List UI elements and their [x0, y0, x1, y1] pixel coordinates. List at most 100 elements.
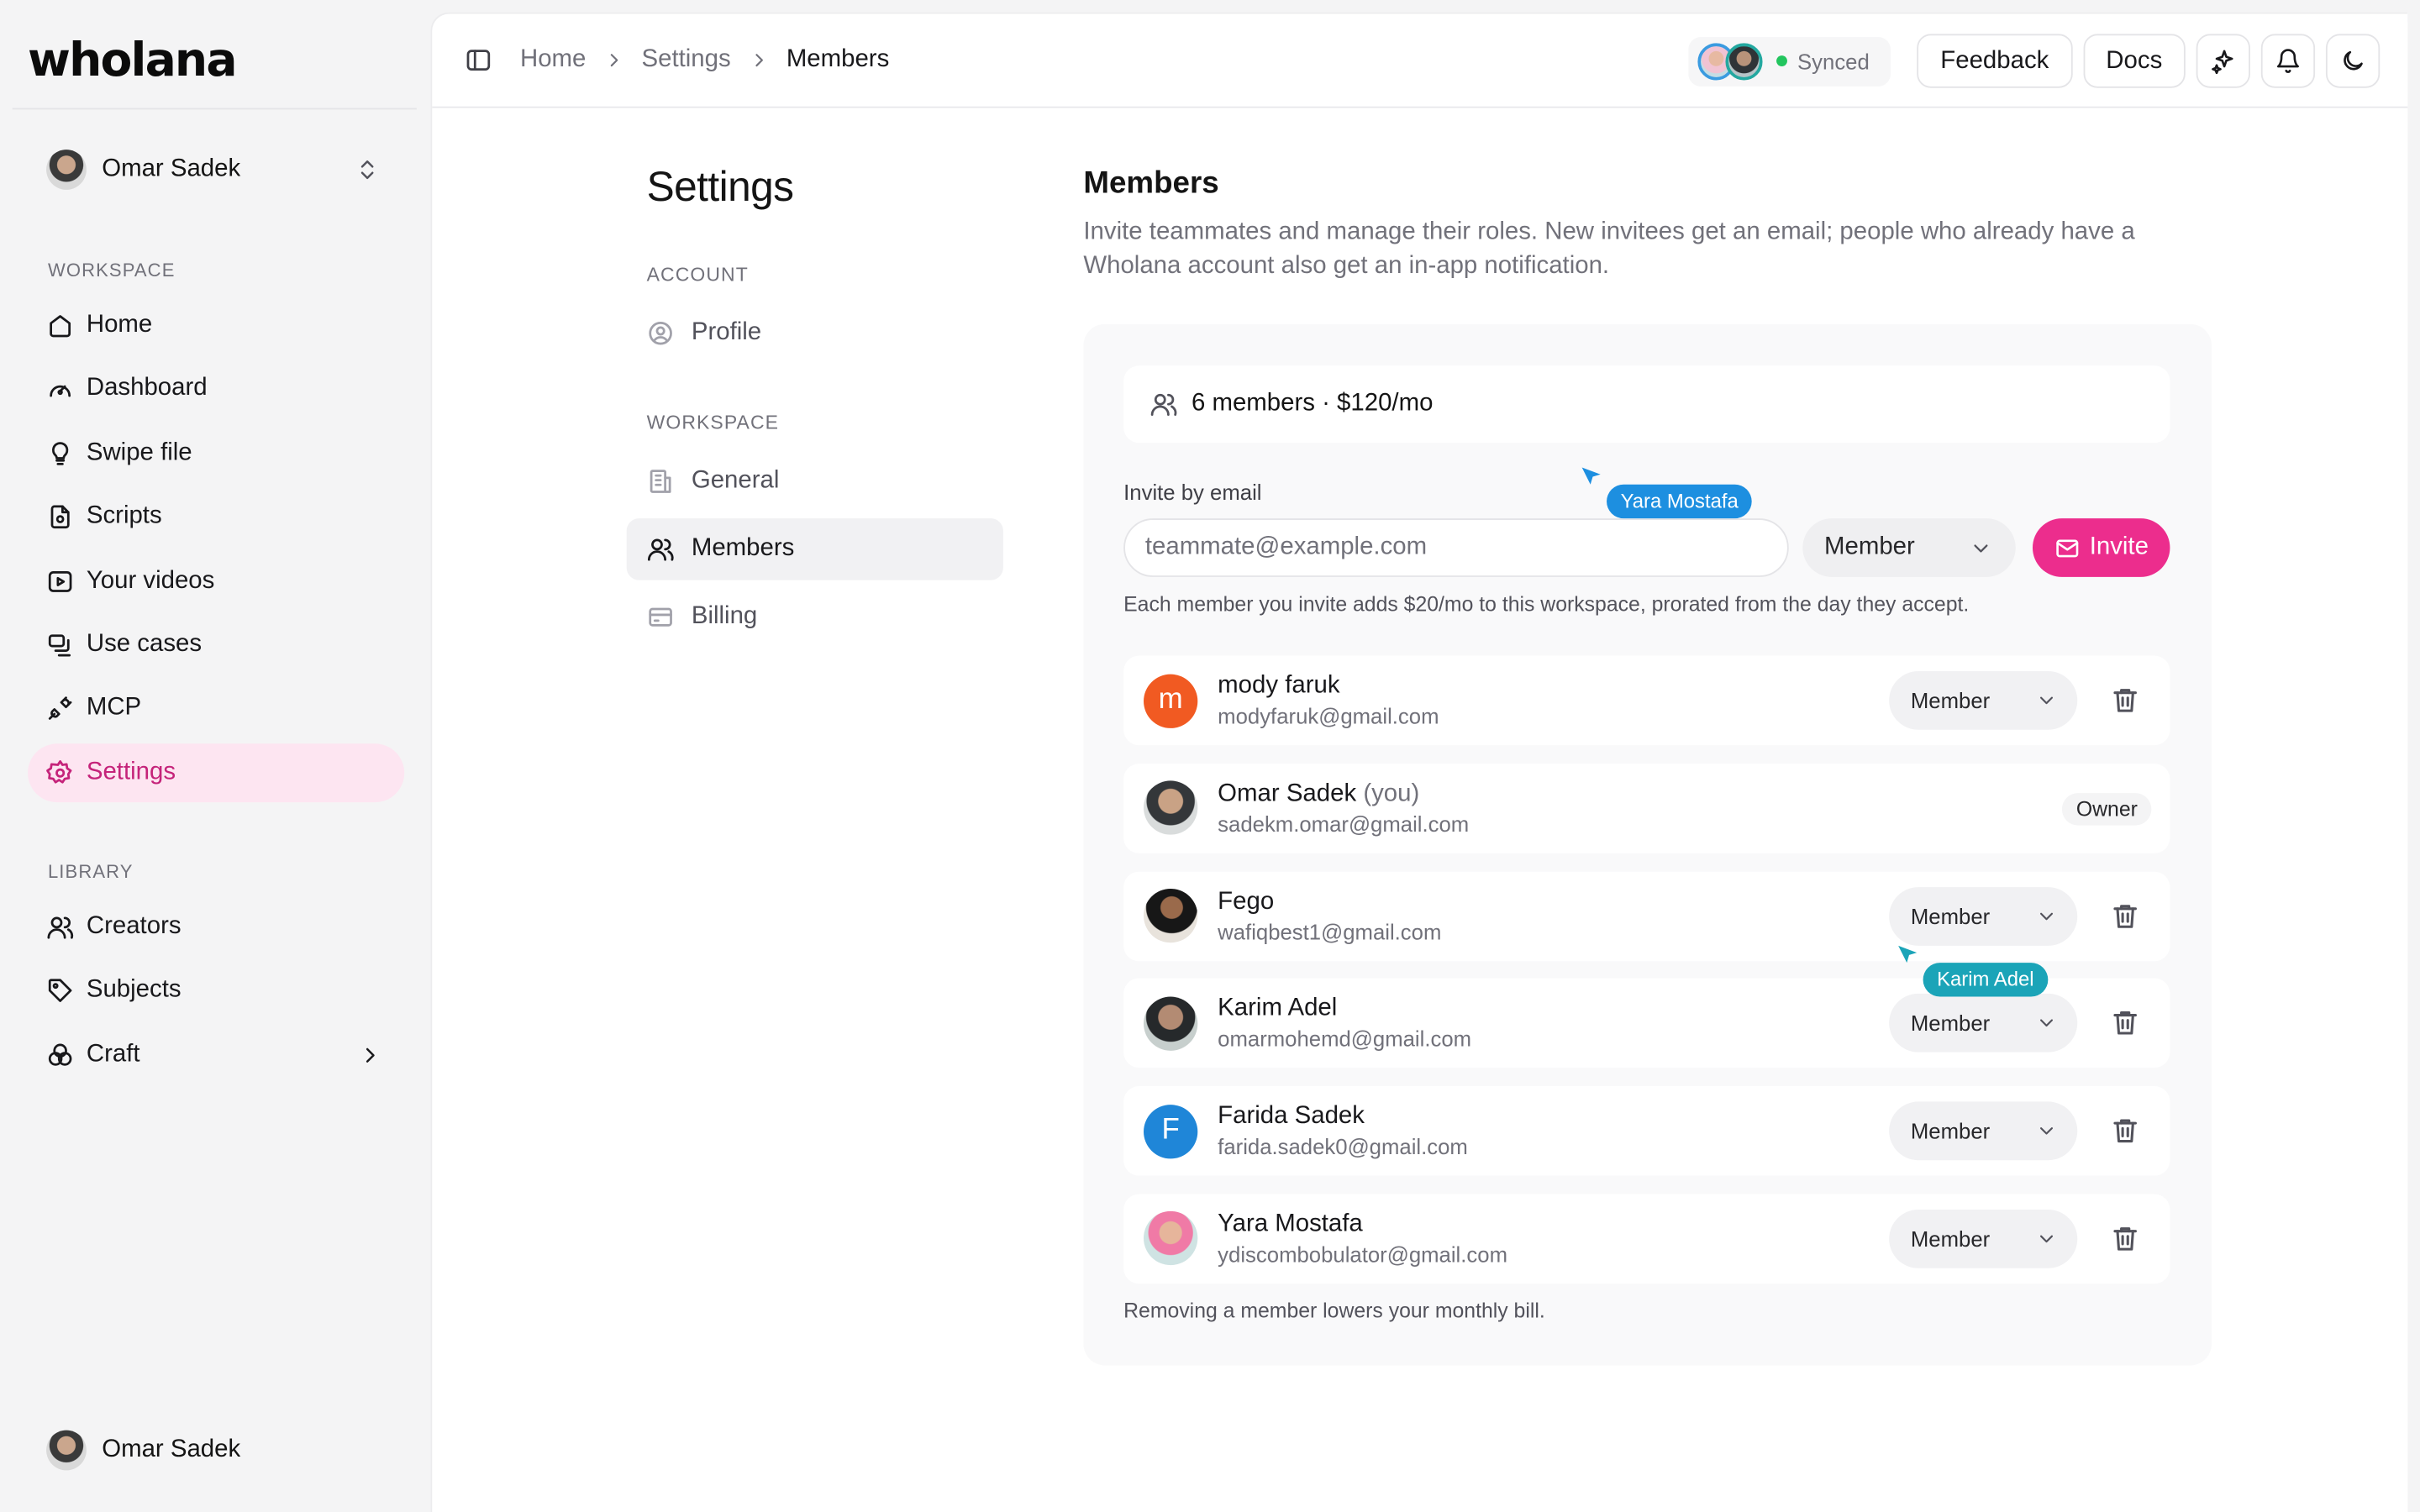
member-role-select[interactable]: Member — [1889, 670, 2078, 730]
notifications-button[interactable] — [2260, 34, 2316, 88]
sidebar-item-use-cases[interactable]: Use cases — [28, 616, 404, 675]
sidebar-item-label: Creators — [86, 913, 182, 940]
trash-icon[interactable] — [2110, 1116, 2141, 1147]
trash-icon[interactable] — [2110, 1008, 2141, 1039]
sidebar-item-label: Use cases — [86, 631, 203, 658]
chevron-right-icon — [366, 1047, 375, 1063]
users-icon — [47, 916, 74, 939]
trash-icon[interactable] — [2110, 900, 2141, 932]
invite-role-value: Member — [1824, 533, 1915, 560]
sidebar-item-label: Settings — [86, 759, 176, 785]
settings-section-workspace: WORKSPACE — [646, 412, 780, 434]
sync-status-dot — [1776, 55, 1787, 66]
theme-toggle-button[interactable] — [2325, 34, 2381, 88]
cursor-arrow-icon — [1581, 467, 1601, 485]
members-description: Invite teammates and manage their roles.… — [1083, 218, 2135, 279]
feedback-button[interactable]: Feedback — [1917, 34, 2072, 88]
sidebar-item-dashboard[interactable]: Dashboard — [28, 360, 404, 419]
settings-section-account: ACCOUNT — [646, 264, 749, 286]
avatar — [1144, 889, 1198, 943]
settings-workspace-nav: General Members Billing — [626, 450, 1003, 648]
chevron-up-down-icon — [360, 160, 374, 180]
script-icon — [50, 505, 70, 529]
page-title: Settings — [646, 163, 794, 210]
members-summary-text: 6 members · $120/mo — [1191, 390, 1434, 417]
member-email: omarmohemd@gmail.com — [1218, 1026, 1472, 1052]
member-info: mody faruk modyfaruk@gmail.com — [1218, 671, 1439, 730]
invite-button[interactable]: Invite — [2032, 518, 2170, 577]
sidebar-item-settings[interactable]: Settings — [28, 743, 405, 802]
member-info: Omar Sadek (you) sadekm.omar@gmail.com — [1218, 779, 1469, 837]
trash-icon[interactable] — [2110, 1223, 2141, 1254]
chevron-down-icon — [2040, 1127, 2054, 1135]
member-name: mody faruk — [1218, 672, 1340, 700]
sidebar-item-home[interactable]: Home — [28, 297, 404, 355]
settings-account-nav: Profile — [627, 302, 1003, 364]
invite-role-select[interactable]: Member — [1802, 518, 2016, 577]
member-name-line: Omar Sadek (you) — [1218, 779, 1469, 810]
member-role-select[interactable]: Member — [1889, 1209, 2078, 1268]
top-bar-actions: Synced Feedback Docs — [1687, 34, 2381, 88]
sidebar-item-creators[interactable]: Creators — [28, 898, 404, 957]
invite-label: Invite by email — [1123, 480, 1262, 505]
settings-item-profile[interactable]: Profile — [627, 302, 1003, 364]
member-email: sadekm.omar@gmail.com — [1218, 811, 1470, 837]
member-row: m mody faruk modyfaruk@gmail.com Member — [1123, 655, 2170, 746]
invite-email-input[interactable] — [1123, 518, 1789, 577]
member-role-select[interactable]: Member — [1889, 994, 2078, 1053]
sidebar-item-subjects[interactable]: Subjects — [28, 962, 404, 1021]
settings-item-general[interactable]: General — [627, 450, 1003, 512]
members-card: 6 members · $120/mo Invite by email Memb… — [1083, 323, 2212, 1366]
sidebar-item-craft[interactable]: Craft — [28, 1026, 404, 1084]
craft-icon — [48, 1043, 72, 1066]
gauge-icon — [50, 386, 71, 398]
member-email: farida.sadek0@gmail.com — [1218, 1134, 1468, 1159]
members-summary: 6 members · $120/mo — [1123, 365, 2170, 444]
member-name: Karim Adel — [1218, 995, 1338, 1022]
ai-sparkle-button[interactable] — [2196, 34, 2250, 88]
sidebar-item-label: Your videos — [86, 567, 215, 594]
sidebar-item-scripts[interactable]: Scripts — [28, 488, 404, 547]
sidebar-toggle-icon[interactable] — [465, 46, 492, 74]
chevron-right-icon — [610, 54, 618, 67]
avatar — [46, 150, 87, 190]
chevron-down-icon — [2040, 1235, 2054, 1243]
breadcrumb: Home Settings Members — [520, 46, 889, 74]
lightbulb-icon — [51, 441, 69, 465]
chevron-down-icon — [2040, 1020, 2054, 1027]
member-row: Fego wafiqbest1@gmail.com Member — [1123, 871, 2170, 961]
member-role-select[interactable]: Member — [1889, 886, 2078, 946]
sidebar-item-label: Dashboard — [86, 375, 208, 402]
sparkle-icon — [2212, 50, 2233, 75]
wholana-logo[interactable]: wholana — [28, 34, 237, 87]
settings-item-members[interactable]: Members — [626, 518, 1003, 580]
member-name: Farida Sadek — [1218, 1103, 1365, 1130]
member-info: Karim Adel omarmohemd@gmail.com — [1218, 995, 1471, 1053]
docs-button[interactable]: Docs — [2082, 34, 2186, 88]
presence-indicator: Synced — [1687, 36, 1891, 86]
settings-item-billing[interactable]: Billing — [627, 586, 1003, 648]
breadcrumb-home[interactable]: Home — [520, 46, 586, 74]
trash-icon[interactable] — [2110, 685, 2141, 717]
avatar — [1144, 1211, 1198, 1267]
member-email: modyfaruk@gmail.com — [1218, 703, 1439, 728]
invite-pricing-note: Each member you invite adds $20/mo to th… — [1123, 592, 1970, 616]
sidebar-item-mcp[interactable]: MCP — [28, 680, 404, 738]
member-email: wafiqbest1@gmail.com — [1218, 918, 1442, 944]
settings-item-label: Profile — [691, 319, 762, 346]
sidebar-item-label: Craft — [86, 1041, 140, 1068]
main-panel: Home Settings Members Synced Feedback Do… — [430, 12, 2408, 1512]
member-role-select[interactable]: Member — [1889, 1101, 2078, 1161]
users-icon — [1150, 393, 1177, 416]
members-heading: Members — [1083, 166, 1219, 201]
sidebar-item-swipe-file[interactable]: Swipe file — [28, 424, 404, 483]
breadcrumb-settings[interactable]: Settings — [642, 46, 731, 74]
user-name: Omar Sadek — [102, 1436, 241, 1463]
workspace-user-switcher[interactable]: Omar Sadek — [28, 139, 401, 200]
member-row: F Farida Sadek farida.sadek0@gmail.com M… — [1123, 1086, 2170, 1176]
sidebar-item-your-videos[interactable]: Your videos — [28, 552, 404, 611]
use-cases-icon — [48, 634, 71, 657]
sidebar-account-button[interactable]: Omar Sadek — [46, 1430, 241, 1471]
member-email: ydiscombobulator@gmail.com — [1218, 1242, 1507, 1267]
presence-avatar — [1724, 42, 1762, 80]
